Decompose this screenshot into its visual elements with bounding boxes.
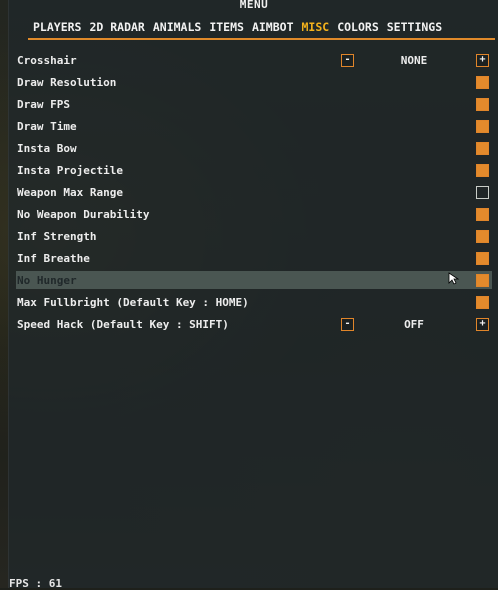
insta-bow-checkbox[interactable] xyxy=(476,141,489,155)
option-row-weapon-max-range[interactable]: Weapon Max Range xyxy=(16,183,492,201)
menu-title: MENU xyxy=(239,0,269,11)
speed-hack-increase-button[interactable]: + xyxy=(476,317,489,331)
option-label: Draw Resolution xyxy=(17,75,117,89)
option-row-insta-bow[interactable]: Insta Bow xyxy=(16,139,492,157)
speed-hack-row: Speed Hack (Default Key : SHIFT) - OFF + xyxy=(16,315,492,333)
crosshair-increase-button[interactable]: + xyxy=(476,53,489,67)
tab-settings[interactable]: SETTINGS xyxy=(387,20,442,36)
option-row-no-weapon-durability[interactable]: No Weapon Durability xyxy=(16,205,492,223)
fps-counter: FPS : 61 xyxy=(9,577,62,590)
mouse-cursor-icon xyxy=(448,272,460,285)
max-fullbright-checkbox[interactable] xyxy=(476,295,489,309)
option-label: No Hunger xyxy=(17,273,77,287)
tab-2d-radar[interactable]: 2D RADAR xyxy=(89,20,144,36)
tab-colors[interactable]: COLORS xyxy=(337,20,379,36)
crosshair-row: Crosshair - NONE + xyxy=(16,51,492,69)
draw-fps-checkbox[interactable] xyxy=(476,97,489,111)
option-label: Insta Bow xyxy=(17,141,77,155)
inf-breathe-checkbox[interactable] xyxy=(476,251,489,265)
option-row-inf-strength[interactable]: Inf Strength xyxy=(16,227,492,245)
option-label: Weapon Max Range xyxy=(17,185,123,199)
option-label: Draw FPS xyxy=(17,97,70,111)
crosshair-value: NONE xyxy=(400,53,428,67)
tab-animals[interactable]: ANIMALS xyxy=(153,20,201,36)
no-weapon-durability-checkbox[interactable] xyxy=(476,207,489,221)
option-label: No Weapon Durability xyxy=(17,207,150,221)
tab-items[interactable]: ITEMS xyxy=(209,20,244,36)
crosshair-label: Crosshair xyxy=(17,53,77,67)
option-row-inf-breathe[interactable]: Inf Breathe xyxy=(16,249,492,267)
option-row-insta-projectile[interactable]: Insta Projectile xyxy=(16,161,492,179)
tab-aimbot[interactable]: AIMBOT xyxy=(252,20,294,36)
option-row-draw-resolution[interactable]: Draw Resolution xyxy=(16,73,492,91)
speed-hack-decrease-button[interactable]: - xyxy=(341,317,354,331)
tab-underline xyxy=(28,38,495,40)
option-label: Max Fullbright (Default Key : HOME) xyxy=(17,295,249,309)
no-hunger-checkbox[interactable] xyxy=(476,273,489,287)
tab-misc[interactable]: MISC xyxy=(302,20,330,36)
weapon-max-range-checkbox[interactable] xyxy=(476,185,489,199)
speed-hack-value: OFF xyxy=(404,317,424,331)
option-row-no-hunger[interactable]: No Hunger xyxy=(16,271,492,289)
tab-players[interactable]: PLAYERS xyxy=(33,20,81,36)
option-label: Inf Strength xyxy=(17,229,97,243)
draw-time-checkbox[interactable] xyxy=(476,119,489,133)
draw-resolution-checkbox[interactable] xyxy=(476,75,489,89)
insta-projectile-checkbox[interactable] xyxy=(476,163,489,177)
option-label: Insta Projectile xyxy=(17,163,123,177)
crosshair-decrease-button[interactable]: - xyxy=(341,53,354,67)
option-label: Draw Time xyxy=(17,119,77,133)
option-row-max-fullbright[interactable]: Max Fullbright (Default Key : HOME) xyxy=(16,293,492,311)
speed-hack-label: Speed Hack (Default Key : SHIFT) xyxy=(17,317,229,331)
option-row-draw-fps[interactable]: Draw FPS xyxy=(16,95,492,113)
option-row-draw-time[interactable]: Draw Time xyxy=(16,117,492,135)
tab-bar: PLAYERS 2D RADAR ANIMALS ITEMS AIMBOT MI… xyxy=(33,20,450,36)
inf-strength-checkbox[interactable] xyxy=(476,229,489,243)
option-label: Inf Breathe xyxy=(17,251,90,265)
